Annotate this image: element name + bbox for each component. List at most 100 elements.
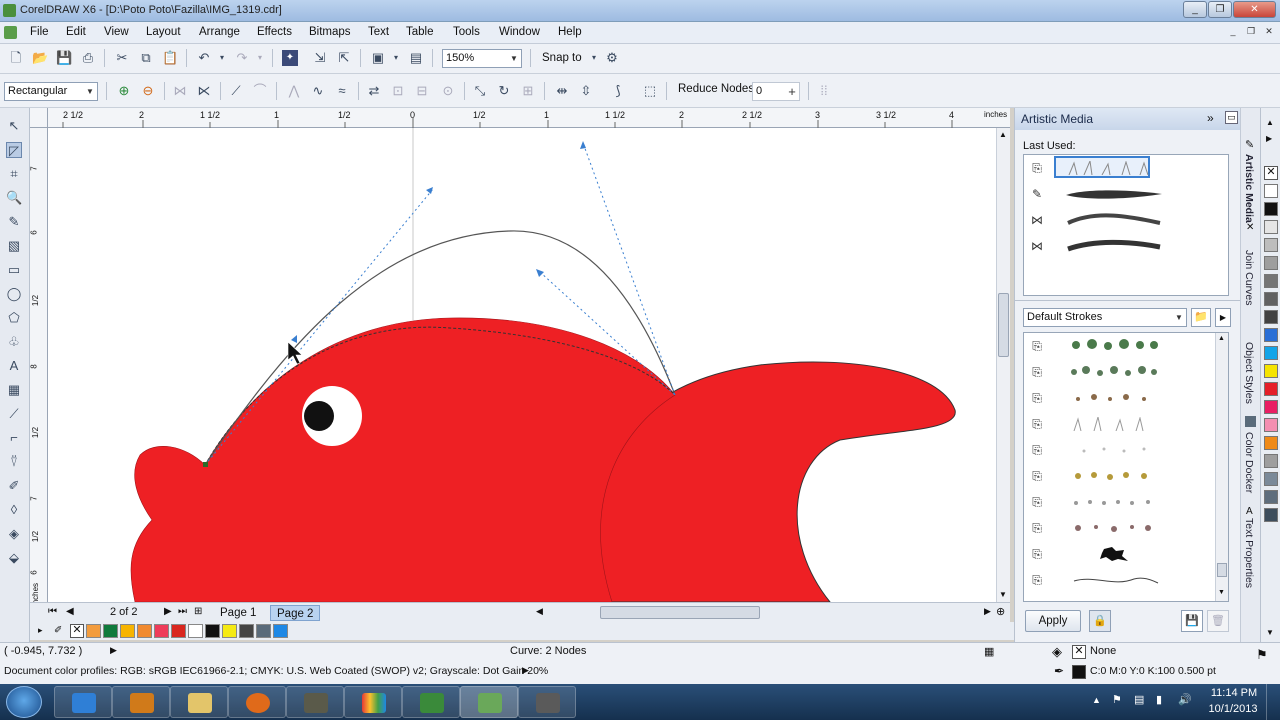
add-page-icon[interactable]: ⊞ [194, 606, 202, 617]
redo-dropdown-icon[interactable]: ▾ [252, 50, 268, 66]
menu-table[interactable]: Table [406, 26, 434, 38]
elastic-mode-icon[interactable]: ⟆ [610, 83, 626, 99]
import-icon[interactable]: ⇲ [312, 50, 328, 66]
taskbar-media-player[interactable] [112, 686, 170, 718]
color-swatch[interactable] [1264, 472, 1278, 486]
vertical-ruler[interactable]: 7 6 1/2 8 1/2 7 1/2 6 inches [30, 128, 48, 606]
docker-collapse-icon[interactable]: » [1207, 111, 1214, 125]
color-swatch[interactable] [1264, 454, 1278, 468]
color-swatch[interactable] [256, 624, 271, 638]
taskbar-firefox[interactable] [228, 686, 286, 718]
color-swatch[interactable] [1264, 490, 1278, 504]
vertical-scrollbar[interactable]: ▲ ▼ [996, 128, 1010, 602]
profiles-arrow-icon[interactable]: ▶ [522, 665, 529, 676]
tray-date[interactable]: 10/1/2013 [1206, 703, 1260, 715]
taskbar-explorer[interactable] [170, 686, 228, 718]
flyout-arrow-icon[interactable]: ▶ [1215, 308, 1231, 327]
list-item[interactable]: ⎘ [1024, 463, 1214, 489]
scroll-right-icon[interactable]: ▶ [984, 606, 991, 617]
color-swatch[interactable] [205, 624, 220, 638]
tab-page-1[interactable]: Page 1 [214, 605, 263, 621]
node-grid-icon[interactable]: ⁞⁞ [816, 83, 832, 99]
tab-page-2[interactable]: Page 2 [270, 605, 321, 621]
show-desktop-button[interactable] [1266, 684, 1280, 720]
lock-icon[interactable]: 🔒 [1089, 610, 1111, 632]
color-swatch[interactable] [86, 624, 101, 638]
navigator-zoom-icon[interactable]: ⊕ [996, 605, 1005, 618]
color-swatch[interactable] [1264, 238, 1278, 252]
color-swatch[interactable] [120, 624, 135, 638]
minimize-button[interactable]: _ [1183, 1, 1207, 18]
docker-maximize-icon[interactable]: ▭ [1225, 111, 1238, 124]
crop-tool-icon[interactable]: ⌗ [6, 166, 22, 182]
apply-button[interactable]: Apply [1025, 610, 1081, 632]
color-swatch[interactable] [1264, 418, 1278, 432]
scroll-up-icon[interactable]: ▲ [1218, 335, 1225, 342]
tab-text-properties[interactable]: Text Properties [1243, 518, 1255, 588]
color-swatch[interactable] [1264, 184, 1278, 198]
to-line-icon[interactable]: ⟋ [228, 83, 244, 99]
tray-expand-icon[interactable]: ▲ [1092, 695, 1101, 705]
interactive-fill-icon[interactable]: ⬙ [6, 550, 22, 566]
tab-artistic-media[interactable]: Artistic Media [1243, 154, 1255, 223]
menu-tools[interactable]: Tools [453, 26, 480, 38]
last-used-strokes-list[interactable]: ⎘ ✎ ⋈ ⋈ [1023, 154, 1229, 296]
next-page-icon[interactable]: ▶ [164, 606, 172, 617]
add-node-icon[interactable]: ⊕ [116, 83, 132, 99]
color-swatch[interactable] [1264, 256, 1278, 270]
dimension-tool-icon[interactable]: ⟋ [6, 406, 22, 422]
no-color-swatch-icon[interactable]: ✕ [70, 624, 84, 638]
tray-time[interactable]: 11:14 PM [1210, 687, 1258, 699]
eyedropper-icon[interactable]: ✐ [54, 625, 62, 636]
tray-volume-icon[interactable]: 🔊 [1178, 693, 1192, 706]
undo-icon[interactable]: ↶ [196, 50, 212, 66]
close-button[interactable]: ✕ [1233, 1, 1276, 18]
color-swatch[interactable] [1264, 220, 1278, 234]
horizontal-ruler[interactable]: 2 1/2 2 1 1/2 1 1/2 0 1/2 1 1 1/2 2 2 1/… [30, 108, 1010, 128]
eyedropper-tool-icon[interactable]: ✐ [6, 478, 22, 494]
undo-dropdown-icon[interactable]: ▾ [214, 50, 230, 66]
menu-effects[interactable]: Effects [257, 26, 292, 38]
list-item[interactable]: ⎘ [1024, 515, 1214, 541]
taskbar-recorder[interactable] [518, 686, 576, 718]
docker-splitter[interactable] [1015, 300, 1241, 304]
select-all-nodes-icon[interactable]: ⬚ [642, 83, 658, 99]
scroll-up-icon[interactable]: ▲ [999, 130, 1007, 139]
auto-close-icon[interactable]: ⊙ [440, 83, 456, 99]
color-swatch[interactable] [1264, 310, 1278, 324]
list-item[interactable]: ⎘ [1024, 541, 1214, 567]
smooth-node-icon[interactable]: ∿ [310, 83, 326, 99]
connector-tool-icon[interactable]: ⌐ [6, 430, 22, 446]
scroll-down-icon[interactable]: ▼ [1218, 589, 1225, 596]
smart-fill-icon[interactable]: ▧ [6, 238, 22, 254]
color-swatch[interactable] [103, 624, 118, 638]
color-swatch[interactable] [154, 624, 169, 638]
selection-mode-combo[interactable]: Rectangular ▼ [4, 82, 98, 101]
list-item[interactable]: ⎘ [1024, 489, 1214, 515]
scroll-left-icon[interactable]: ◀ [536, 606, 543, 617]
curve-smoothness-field[interactable]: 0 + [752, 82, 800, 101]
search-content-icon[interactable]: ✦ [282, 50, 298, 66]
symmetrical-node-icon[interactable]: ≈ [334, 83, 350, 99]
color-swatch[interactable] [1264, 364, 1278, 378]
status-grid-icon[interactable]: ▦ [984, 645, 994, 658]
document-icon[interactable] [4, 26, 17, 39]
color-swatch[interactable] [1264, 274, 1278, 288]
stretch-nodes-icon[interactable]: ⤡ [472, 83, 488, 99]
polygon-tool-icon[interactable]: ⬠ [6, 310, 22, 326]
no-color-swatch-icon[interactable]: ✕ [1264, 166, 1278, 180]
taskbar-coreldraw[interactable] [460, 686, 518, 718]
menu-edit[interactable]: Edit [66, 26, 86, 38]
delete-node-icon[interactable]: ⊖ [140, 83, 156, 99]
menu-view[interactable]: View [104, 26, 129, 38]
launcher-dropdown-icon[interactable]: ▾ [388, 50, 404, 66]
options-icon[interactable]: ⚙ [604, 50, 620, 66]
list-item[interactable]: ⎘ [1024, 385, 1214, 411]
save-stroke-icon[interactable]: 💾 [1181, 610, 1203, 632]
zoom-tool-icon[interactable]: 🔍 [6, 190, 22, 206]
menu-file[interactable]: File [30, 26, 49, 38]
tab-color-docker[interactable]: Color Docker [1243, 432, 1255, 493]
menu-bitmaps[interactable]: Bitmaps [309, 26, 351, 38]
browse-folder-icon[interactable]: 📁 [1191, 308, 1211, 327]
previous-page-icon[interactable]: ◀ [66, 606, 74, 617]
